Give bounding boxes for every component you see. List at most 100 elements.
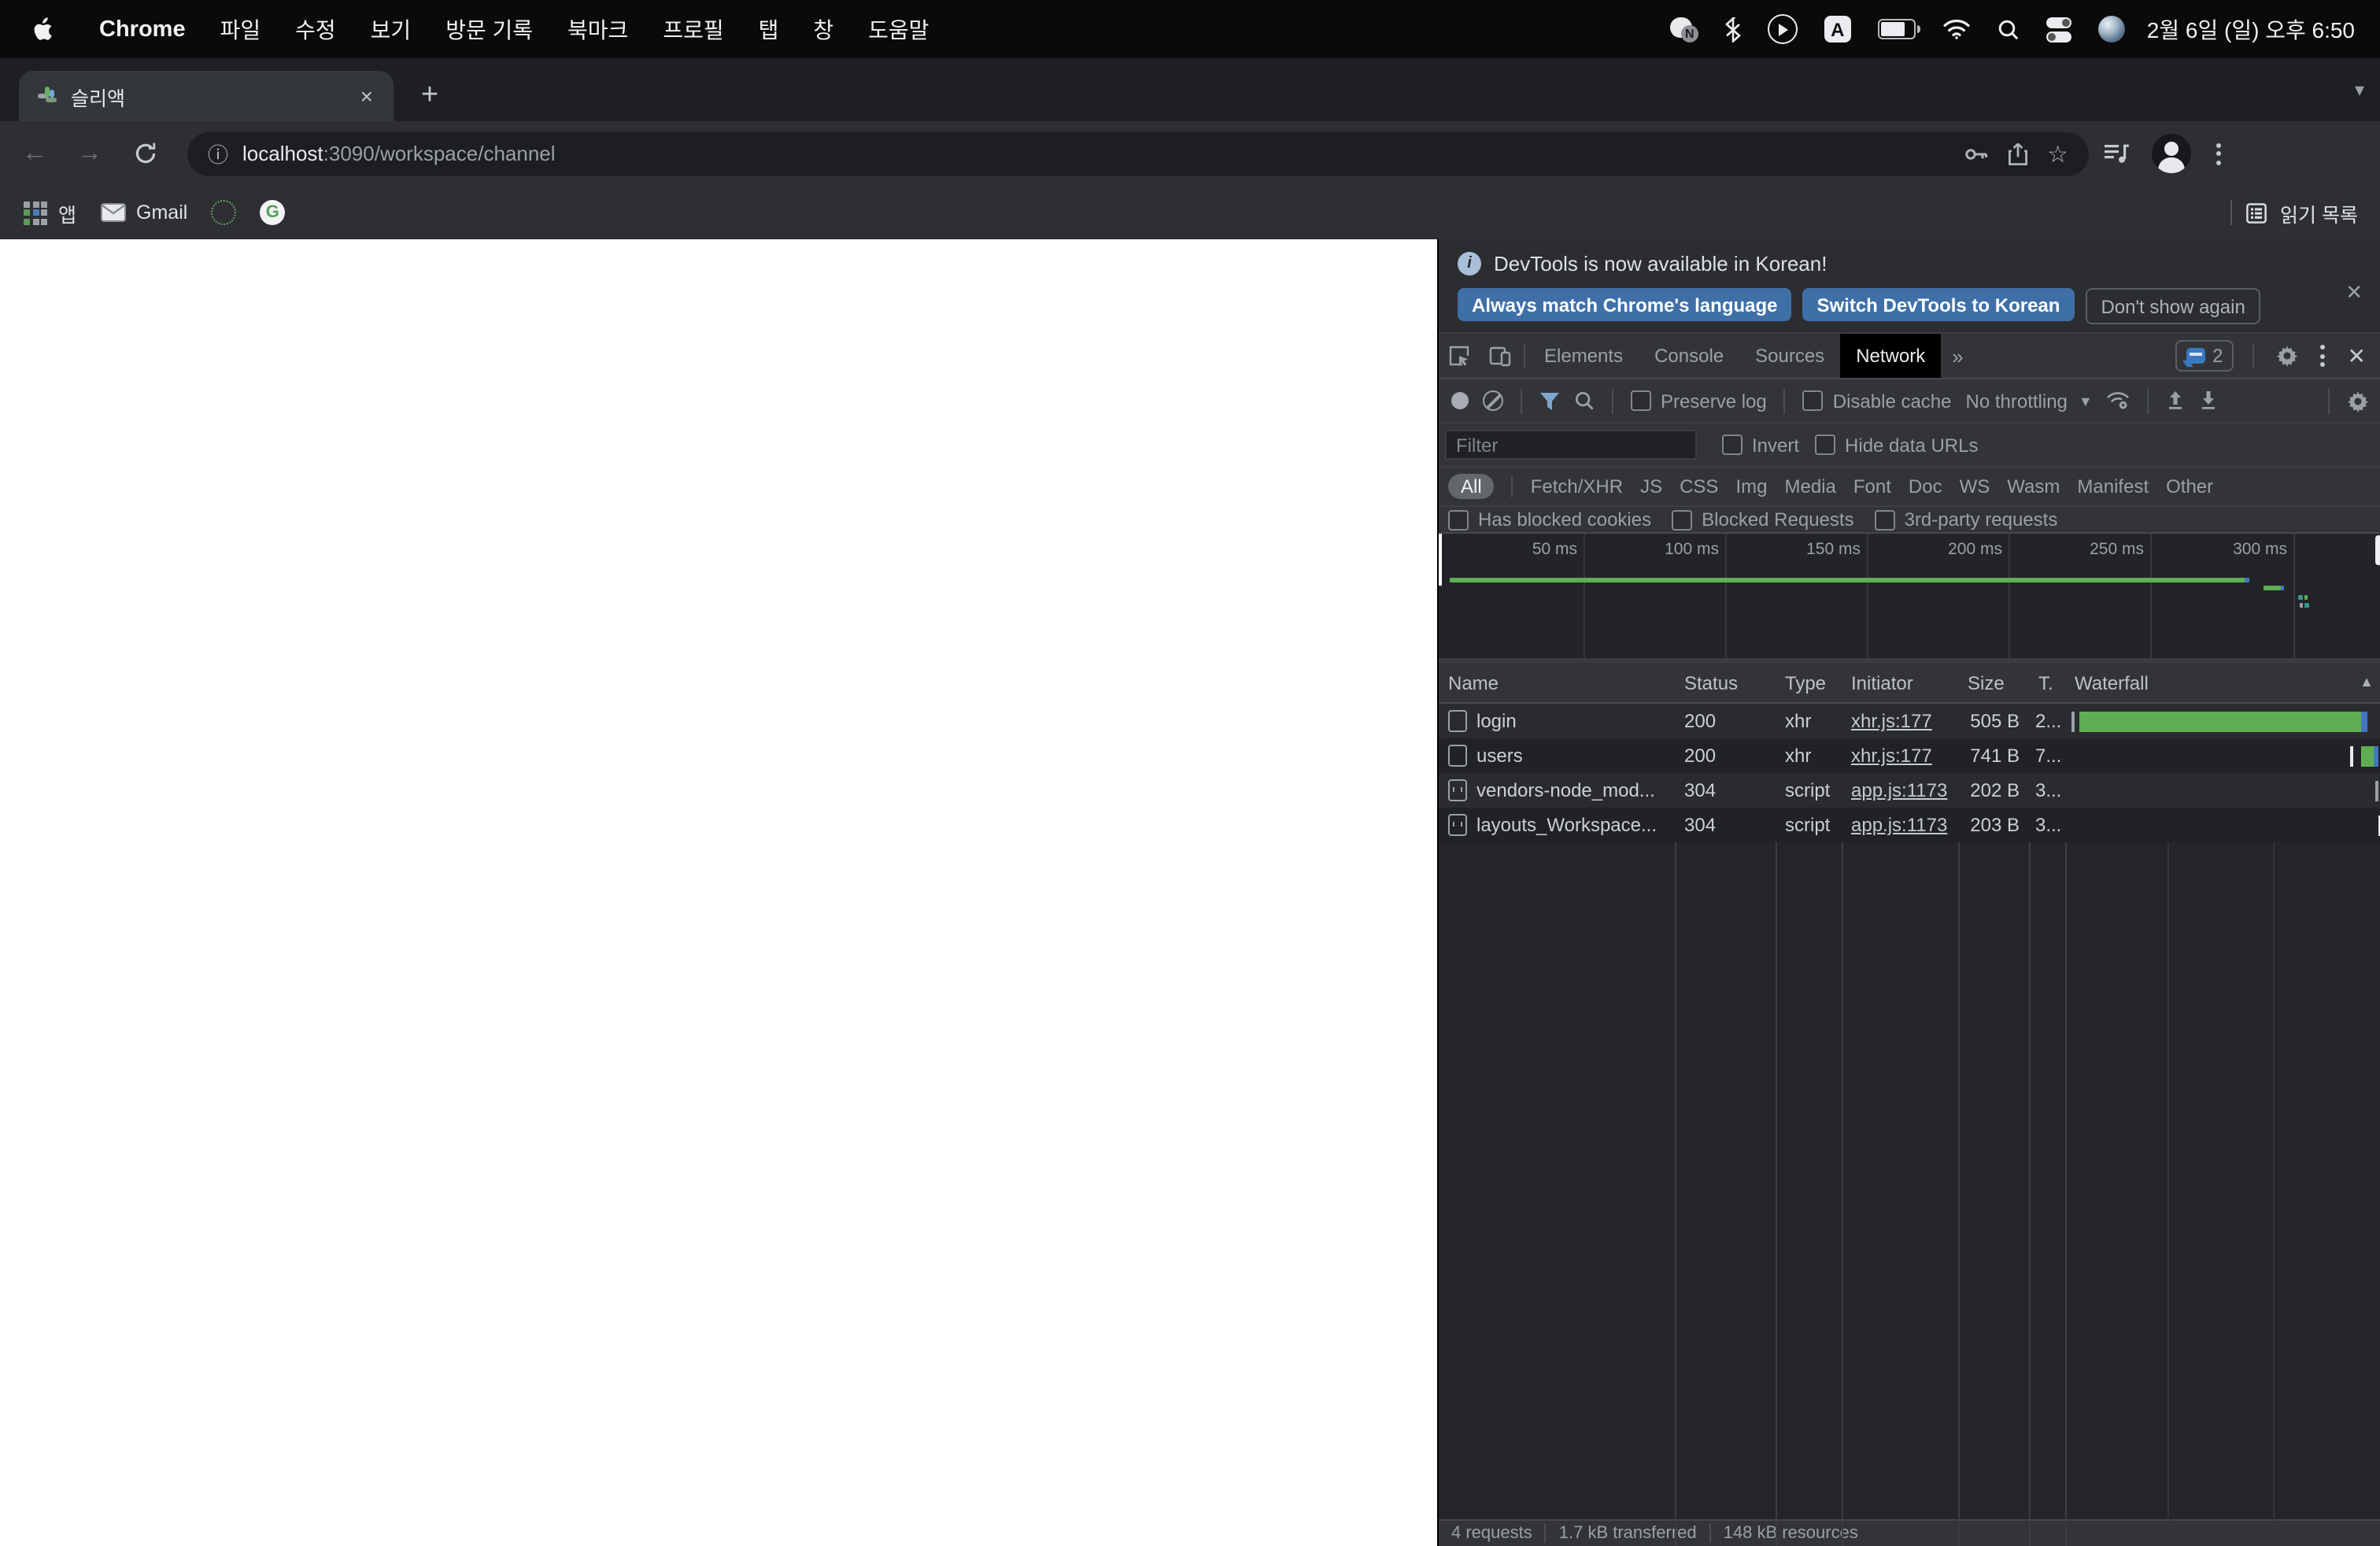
has-blocked-cookies-checkbox[interactable] [1448,509,1469,530]
notification-n-icon[interactable]: N [1669,17,1698,42]
menu-help[interactable]: 도움말 [851,13,946,45]
type-filter-other[interactable]: Other [2166,475,2213,497]
disable-cache-checkbox[interactable] [1802,390,1824,411]
menubar-app-name[interactable]: Chrome [82,17,203,42]
throttling-dropdown[interactable]: No throttling ▼ [1966,390,2093,412]
column-time[interactable]: T. [2029,663,2065,702]
has-blocked-cookies-toggle[interactable]: Has blocked cookies [1448,509,1651,531]
initiator-link[interactable]: app.js:1173 [1851,814,1947,836]
inspect-element-icon[interactable] [1439,345,1480,367]
filter-input[interactable] [1445,430,1697,460]
infobar-close-icon[interactable]: ✕ [2345,280,2363,305]
network-conditions-icon[interactable] [2107,390,2131,411]
address-bar[interactable]: ⓘ localhost:3090/workspace/channel ☆ [187,131,2089,176]
menu-bookmarks[interactable]: 북마크 [550,13,645,45]
menu-profiles[interactable]: 프로필 [645,13,741,45]
type-filter-css[interactable]: CSS [1680,475,1718,497]
overview-strip[interactable]: 50 ms 100 ms 150 ms 200 ms 250 ms 300 ms [1439,534,2380,658]
preserve-log-toggle[interactable]: Preserve log [1631,390,1767,412]
globe-icon[interactable] [2097,16,2125,43]
bookmark-apps[interactable]: 앱 [24,198,76,227]
third-party-requests-toggle[interactable]: 3rd-party requests [1874,509,2057,531]
column-name[interactable]: Name [1439,663,1675,702]
password-key-icon[interactable] [1964,146,1987,161]
column-status[interactable]: Status [1675,663,1776,702]
chrome-menu-icon[interactable] [2213,139,2224,168]
import-har-icon[interactable] [2167,390,2186,411]
tab-sources[interactable]: Sources [1739,334,1840,378]
type-filter-ws[interactable]: WS [1960,475,1990,497]
type-filter-all[interactable]: All [1448,474,1495,499]
network-search-icon[interactable] [1574,390,1595,411]
tab-search-chevron-icon[interactable]: ▾ [2355,79,2364,101]
type-filter-manifest[interactable]: Manifest [2077,475,2149,497]
more-tabs-icon[interactable]: » [1941,344,1974,368]
menu-history[interactable]: 방문 기록 [428,13,550,45]
switch-korean-button[interactable]: Switch DevTools to Korean [1802,288,2075,321]
screen-mirroring-icon[interactable] [1767,14,1798,44]
reading-list-icon[interactable] [2245,202,2266,223]
type-filter-img[interactable]: Img [1735,475,1767,497]
menu-tab[interactable]: 탭 [741,13,796,45]
initiator-link[interactable]: xhr.js:177 [1851,745,1932,767]
menu-view[interactable]: 보기 [353,13,429,45]
tab-elements[interactable]: Elements [1528,334,1639,378]
devtools-scrollbar-thumb[interactable] [2375,535,2380,565]
initiator-link[interactable]: app.js:1173 [1851,779,1947,801]
share-icon[interactable] [2008,142,2027,165]
new-tab-button[interactable]: + [412,79,447,113]
issues-counter[interactable]: 2 [2175,340,2234,372]
column-size[interactable]: Size [1958,663,2029,702]
filter-funnel-icon[interactable] [1539,391,1560,410]
export-har-icon[interactable] [2200,390,2219,411]
column-initiator[interactable]: Initiator [1842,663,1958,702]
devtools-settings-icon[interactable] [2277,345,2299,367]
type-filter-doc[interactable]: Doc [1909,475,1942,497]
table-row-vendors[interactable]: vendors-node_mod... 304 script app.js:11… [1439,773,2380,808]
control-center-icon[interactable] [2046,17,2071,42]
third-party-requests-checkbox[interactable] [1874,509,1895,530]
match-language-button[interactable]: Always match Chrome's language [1458,288,1792,321]
blocked-requests-checkbox[interactable] [1672,509,1693,530]
initiator-link[interactable]: xhr.js:177 [1851,710,1932,732]
bluetooth-icon[interactable] [1724,17,1741,42]
menu-edit[interactable]: 수정 [278,13,353,45]
device-toolbar-icon[interactable] [1480,345,1521,367]
preserve-log-checkbox[interactable] [1631,390,1651,411]
network-settings-icon[interactable] [2347,390,2369,412]
bookmark-favicon-sphere[interactable] [211,200,237,225]
tab-close-icon[interactable]: × [356,83,378,109]
type-filter-fetch-xhr[interactable]: Fetch/XHR [1531,475,1623,497]
disable-cache-toggle[interactable]: Disable cache [1802,390,1952,412]
column-type[interactable]: Type [1776,663,1842,702]
browser-tab[interactable]: 슬리액 × [19,71,394,121]
table-row-layouts[interactable]: layouts_Workspace... 304 script app.js:1… [1439,808,2380,842]
tab-console[interactable]: Console [1639,334,1739,378]
type-filter-font[interactable]: Font [1853,475,1891,497]
menu-window[interactable]: 창 [796,13,851,45]
devtools-menu-icon[interactable] [2318,342,2329,370]
forward-icon[interactable]: → [69,139,110,168]
sort-ascending-icon[interactable]: ▲ [2360,674,2374,690]
tab-network[interactable]: Network [1840,334,1942,378]
type-filter-media[interactable]: Media [1785,475,1836,497]
hide-data-urls-toggle[interactable]: Hide data URLs [1815,434,1978,456]
battery-icon[interactable] [1877,19,1920,39]
bookmark-gmail[interactable]: Gmail [100,202,187,224]
panel-resize-handle[interactable] [1439,534,1442,586]
column-waterfall[interactable]: Waterfall [2065,663,2149,702]
invert-toggle[interactable]: Invert [1722,434,1799,456]
reading-list-label[interactable]: 읽기 목록 [2280,198,2358,227]
menu-file[interactable]: 파일 [203,13,279,45]
devtools-close-icon[interactable]: ✕ [2348,342,2366,369]
type-filter-js[interactable]: JS [1640,475,1662,497]
dont-show-again-button[interactable]: Don't show again [2085,288,2261,324]
menubar-clock[interactable]: 2월 6일 (일) 오후 6:50 [2147,13,2355,45]
spotlight-icon[interactable] [1998,18,2020,40]
apple-icon[interactable] [31,17,54,42]
bookmark-star-icon[interactable]: ☆ [2047,139,2068,168]
input-source-icon[interactable]: A [1824,16,1851,43]
invert-checkbox[interactable] [1722,435,1743,455]
record-network-log-icon[interactable] [1451,392,1469,409]
site-info-icon[interactable]: ⓘ [208,139,228,168]
